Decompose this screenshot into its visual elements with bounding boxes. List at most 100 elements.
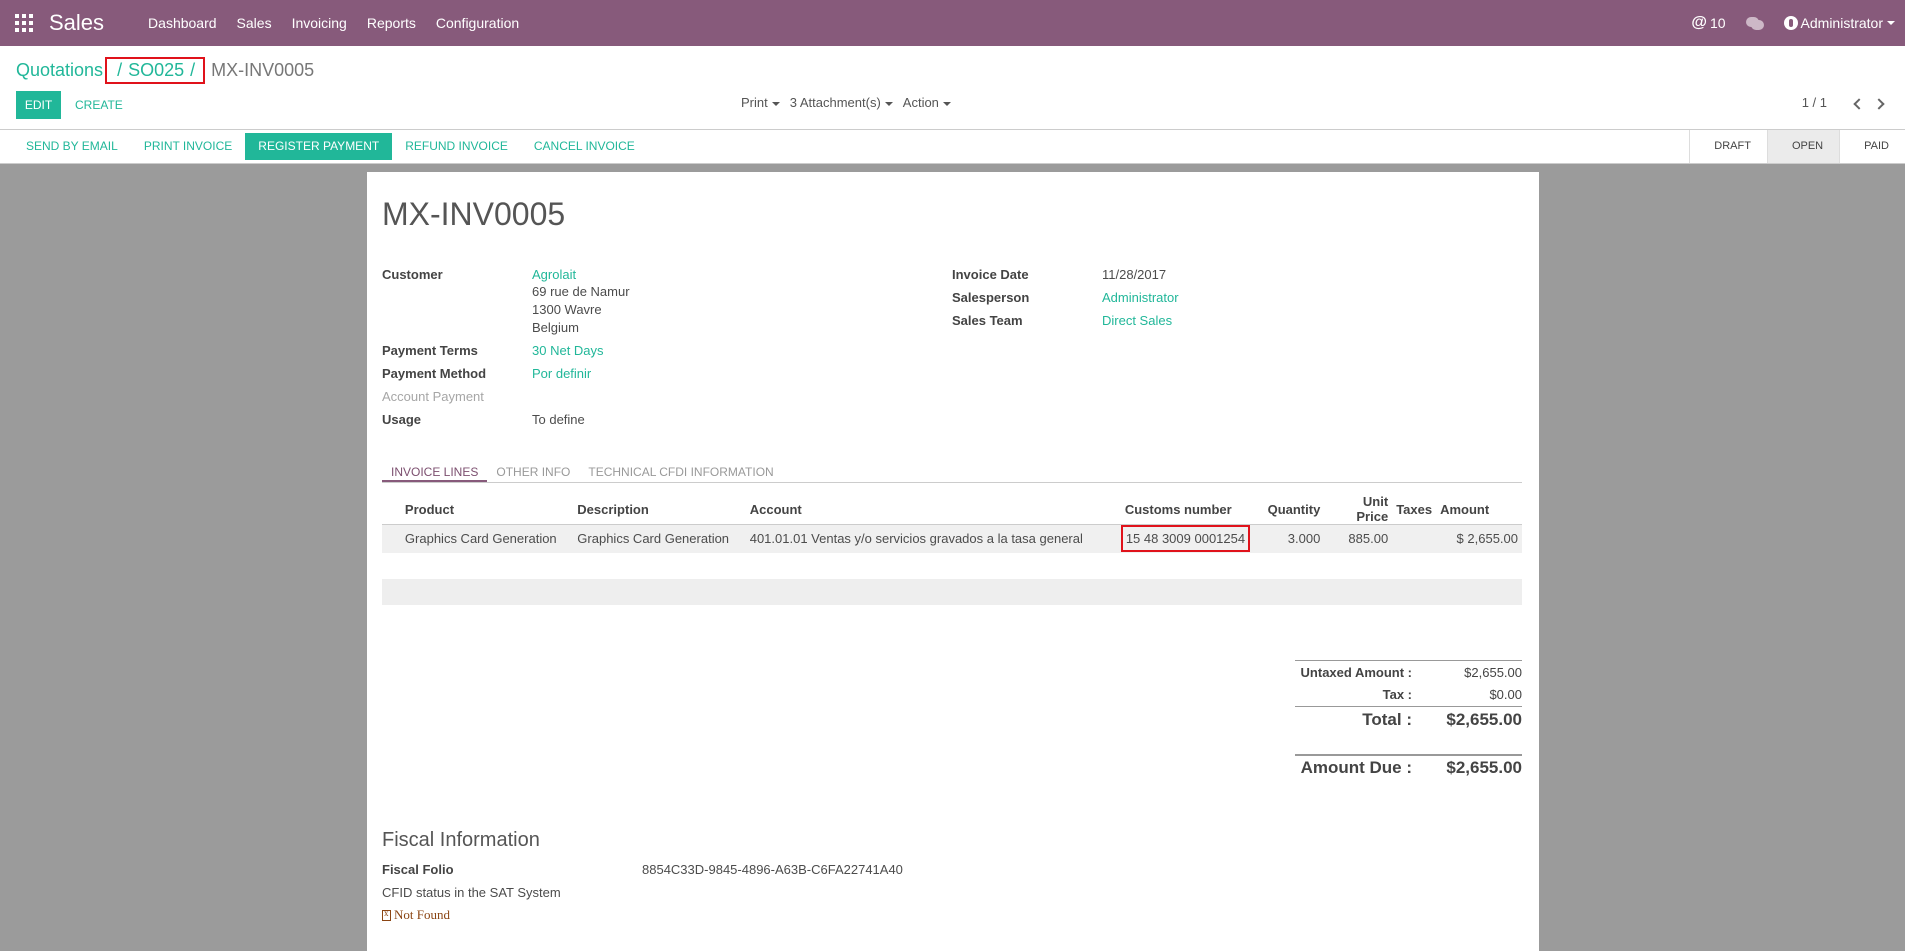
tab-technical-cfdi[interactable]: TECHNICAL CFDI INFORMATION <box>579 463 782 482</box>
customer-link[interactable]: Agrolait <box>532 267 576 282</box>
payment-terms-link[interactable]: 30 Net Days <box>532 343 604 358</box>
user-menu[interactable]: Administrator <box>1774 15 1905 31</box>
create-button[interactable]: CREATE <box>75 91 123 119</box>
control-panel: Quotations / SO025 / MX-INV0005 EDIT CRE… <box>0 46 1905 129</box>
mentions-button[interactable]: @ 10 <box>1681 14 1735 32</box>
cell-unit-price: 885.00 <box>1324 524 1393 553</box>
usage-value: To define <box>532 412 585 427</box>
column-header[interactable]: Product <box>400 494 574 525</box>
user-name: Administrator <box>1800 15 1883 31</box>
cfid-status-button[interactable]: Not Found <box>382 907 450 923</box>
salesperson-link[interactable]: Administrator <box>1102 290 1179 305</box>
column-header[interactable]: Account <box>745 494 1121 525</box>
cancel-invoice-button[interactable]: CANCEL INVOICE <box>521 133 648 160</box>
stage-draft[interactable]: DRAFT <box>1689 130 1767 163</box>
cfid-status-label: CFID status in the SAT System <box>382 885 561 900</box>
status-stages: DRAFT OPEN PAID <box>1689 130 1905 163</box>
cell-description: Graphics Card Generation <box>573 524 746 553</box>
invoice-date-value: 11/28/2017 <box>1102 267 1167 282</box>
sidebar-dropdowns: Print 3 Attachment(s) Action <box>741 95 961 110</box>
address-line: 1300 Wavre <box>532 302 602 317</box>
pager-value[interactable]: 1 / 1 <box>1802 95 1827 110</box>
menu-reports[interactable]: Reports <box>357 0 426 46</box>
menu-configuration[interactable]: Configuration <box>426 0 529 46</box>
column-header[interactable]: Quantity <box>1260 494 1325 525</box>
cell-account: 401.01.01 Ventas y/o servicios gravados … <box>745 524 1121 553</box>
chevron-left-icon[interactable] <box>1853 98 1863 108</box>
menu-dashboard[interactable]: Dashboard <box>138 0 227 46</box>
cell-quantity: 3.000 <box>1260 524 1325 553</box>
column-header[interactable]: Taxes <box>1392 494 1437 525</box>
invoice-lines-table: Product Description Account Customs numb… <box>382 494 1522 553</box>
invoice-date-label: Invoice Date <box>952 267 1029 282</box>
at-icon: @ <box>1691 14 1707 31</box>
stage-open[interactable]: OPEN <box>1766 130 1840 163</box>
main-menu: Dashboard Sales Invoicing Reports Config… <box>138 0 529 46</box>
status-bar: SEND BY EMAIL PRINT INVOICE REGISTER PAY… <box>0 129 1905 164</box>
totals-block: Untaxed Amount : $2,655.00 Tax : $0.00 T… <box>1295 660 1522 780</box>
column-header[interactable]: Unit Price <box>1324 494 1393 525</box>
tax-value: $0.00 <box>1489 687 1522 702</box>
sales-team-label: Sales Team <box>952 313 1023 328</box>
attachments-label: 3 Attachment(s) <box>789 95 881 110</box>
account-payment-label: Account Payment <box>382 389 484 404</box>
total-value: $2,655.00 <box>1446 709 1522 729</box>
print-label: Print <box>741 95 768 110</box>
breadcrumb-separator: / <box>190 60 196 80</box>
tab-invoice-lines[interactable]: INVOICE LINES <box>382 463 488 482</box>
total-label: Total : <box>1362 709 1412 729</box>
table-empty-row <box>382 579 1522 605</box>
handle-column <box>382 494 401 525</box>
cell-amount: $ 2,655.00 <box>1436 524 1522 553</box>
caret-down-icon <box>942 101 951 106</box>
column-header[interactable]: Amount <box>1436 494 1522 525</box>
cell-product: Graphics Card Generation <box>400 524 574 553</box>
untaxed-row: Untaxed Amount : $2,655.00 <box>1295 660 1522 683</box>
stage-paid[interactable]: PAID <box>1839 130 1905 163</box>
row-handle <box>382 524 401 553</box>
amount-due-row: Amount Due : $2,655.00 <box>1295 754 1522 780</box>
pager: 1 / 1 <box>1802 95 1885 110</box>
caret-down-icon <box>884 101 893 106</box>
file-x-icon <box>382 908 391 921</box>
print-dropdown[interactable]: Print <box>741 95 780 110</box>
tab-other-info[interactable]: OTHER INFO <box>487 463 579 482</box>
print-invoice-button[interactable]: PRINT INVOICE <box>131 133 245 160</box>
breadcrumb: Quotations / SO025 / MX-INV0005 <box>16 57 314 84</box>
breadcrumb-order-highlight: / SO025 / <box>105 57 206 84</box>
caret-down-icon <box>771 101 780 106</box>
sales-team-link[interactable]: Direct Sales <box>1102 313 1172 328</box>
column-header[interactable]: Description <box>573 494 746 525</box>
chat-button[interactable] <box>1736 16 1774 30</box>
caret-down-icon <box>1887 21 1895 25</box>
send-by-email-button[interactable]: SEND BY EMAIL <box>13 133 131 160</box>
edit-button[interactable]: EDIT <box>16 91 61 119</box>
untaxed-label: Untaxed Amount : <box>1300 664 1412 680</box>
chevron-right-icon[interactable] <box>1875 98 1885 108</box>
cell-customs-number: 15 48 3009 0001254 <box>1120 524 1261 553</box>
fiscal-folio-value: 8854C33D-9845-4896-A63B-C6FA22741A40 <box>642 862 903 877</box>
salesperson-label: Salesperson <box>952 290 1030 305</box>
customer-address: 69 rue de Namur 1300 Wavre Belgium <box>532 283 630 337</box>
apps-menu-icon[interactable] <box>14 13 34 33</box>
menu-sales[interactable]: Sales <box>227 0 282 46</box>
menu-invoicing[interactable]: Invoicing <box>282 0 357 46</box>
address-line: Belgium <box>532 320 579 335</box>
untaxed-value: $2,655.00 <box>1464 664 1522 680</box>
fiscal-title: Fiscal Information <box>382 829 540 851</box>
refund-invoice-button[interactable]: REFUND INVOICE <box>392 133 521 160</box>
register-payment-button[interactable]: REGISTER PAYMENT <box>245 133 393 160</box>
fiscal-folio-label: Fiscal Folio <box>382 862 454 877</box>
breadcrumb-separator: / <box>117 60 123 80</box>
total-row: Total : $2,655.00 <box>1295 706 1522 732</box>
invoice-sheet: MX-INV0005 Customer Agrolait 69 rue de N… <box>367 172 1539 951</box>
action-dropdown[interactable]: Action <box>903 95 951 110</box>
table-row[interactable]: Graphics Card Generation Graphics Card G… <box>382 524 1522 553</box>
payment-method-label: Payment Method <box>382 366 487 381</box>
payment-method-link[interactable]: Por definir <box>532 366 591 381</box>
breadcrumb-order[interactable]: SO025 <box>128 60 184 81</box>
payment-terms-label: Payment Terms <box>382 343 478 358</box>
breadcrumb-quotations[interactable]: Quotations <box>16 60 103 81</box>
attachments-dropdown[interactable]: 3 Attachment(s) <box>790 95 893 110</box>
column-header[interactable]: Customs number <box>1120 494 1261 525</box>
